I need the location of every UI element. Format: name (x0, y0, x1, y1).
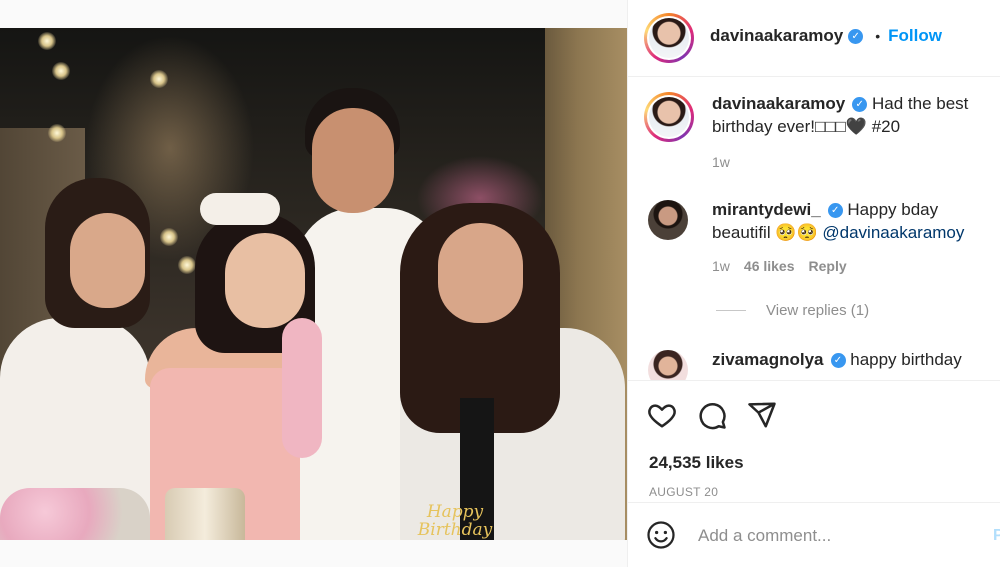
person-2-glove (282, 318, 322, 458)
heart-icon[interactable] (646, 399, 678, 431)
comments-list[interactable]: davinaakaramoy ✓ Had the best birthday ev… (628, 78, 1000, 380)
post-date[interactable]: AUGUST 20 (649, 485, 718, 499)
add-comment-bar: P (628, 502, 1000, 567)
post-photo[interactable]: Happy Birthday (0, 28, 627, 540)
caption-meta: 1w (712, 154, 730, 170)
bottom-strip (0, 540, 627, 567)
instagram-post-view: Happy Birthday davinaakaramoy ✓ • Follow (0, 0, 1000, 567)
person-3-face (312, 108, 394, 213)
decor-light (38, 32, 56, 50)
header-avatar[interactable] (644, 13, 694, 63)
person-4-face (438, 223, 523, 323)
person-2-face (225, 233, 305, 328)
comment-mention[interactable]: @davinaakaramoy (822, 223, 964, 242)
avatar-image (649, 97, 689, 137)
header-user-row: davinaakaramoy ✓ • Follow (710, 26, 942, 46)
post-side-panel: davinaakaramoy ✓ • Follow davinaakaramoy… (627, 0, 1000, 567)
avatar-image (649, 18, 689, 58)
decor-light (160, 228, 178, 246)
post-header: davinaakaramoy ✓ • Follow (628, 0, 1000, 77)
caption: davinaakaramoy ✓ Had the best birthday ev… (644, 92, 989, 172)
comment-avatar[interactable] (648, 350, 688, 380)
comment-time[interactable]: 1w (712, 258, 730, 274)
cake-topper: Happy Birthday (410, 503, 500, 540)
avatar-border (647, 16, 691, 60)
caption-username[interactable]: davinaakaramoy (712, 94, 845, 113)
comment-avatar[interactable] (648, 200, 688, 240)
decor-light (48, 124, 66, 142)
comment-text-block: mirantydewi_ ✓ Happy bday beautifil 🥺🥺 @d… (712, 198, 982, 244)
post-actions: 24,535 likes AUGUST 20 (628, 380, 1000, 502)
comment-icon[interactable] (696, 399, 728, 431)
crystal-vase (165, 488, 245, 540)
comment-text: happy birthday (850, 350, 962, 369)
decor-light (150, 70, 168, 88)
post-comment-button[interactable]: P (993, 527, 1000, 545)
person-1-face (70, 213, 145, 308)
decor-light (52, 62, 70, 80)
comment-username[interactable]: zivamagnolya (712, 350, 824, 369)
share-icon[interactable] (746, 399, 778, 431)
comment-text-block: zivamagnolya ✓ happy birthday (712, 348, 982, 371)
comment-likes[interactable]: 46 likes (744, 258, 795, 274)
verified-icon: ✓ (848, 28, 864, 44)
decor-light (178, 256, 196, 274)
verified-icon: ✓ (830, 353, 846, 369)
comment-meta: 1w 46 likes Reply (712, 258, 847, 274)
person-2-hair-bow (200, 193, 280, 225)
verified-icon: ✓ (852, 97, 868, 113)
avatar-border (647, 95, 691, 139)
cake-topper-line1: Happy (426, 502, 484, 522)
likes-count[interactable]: 24,535 likes (649, 453, 744, 473)
comment-username[interactable]: mirantydewi_ (712, 200, 821, 219)
flower-bouquet (0, 488, 150, 540)
view-replies-button[interactable]: View replies (1) (716, 302, 869, 319)
caption-time[interactable]: 1w (712, 154, 730, 170)
comment: zivamagnolya ✓ happy birthday (644, 348, 989, 380)
reply-button[interactable]: Reply (809, 258, 847, 274)
comment-input[interactable] (698, 521, 968, 551)
separator: • (875, 28, 881, 44)
view-replies-label: View replies (1) (766, 302, 870, 319)
header-username[interactable]: davinaakaramoy (710, 26, 843, 46)
emoji-icon[interactable] (646, 520, 678, 552)
top-strip (0, 0, 627, 28)
caption-avatar[interactable] (644, 92, 694, 142)
view-replies-line (716, 310, 746, 311)
caption-text-block: davinaakaramoy ✓ Had the best birthday ev… (712, 92, 982, 138)
verified-icon: ✓ (827, 203, 843, 219)
cake-topper-line2: Birthday (417, 520, 493, 540)
follow-button[interactable]: Follow (888, 26, 942, 46)
